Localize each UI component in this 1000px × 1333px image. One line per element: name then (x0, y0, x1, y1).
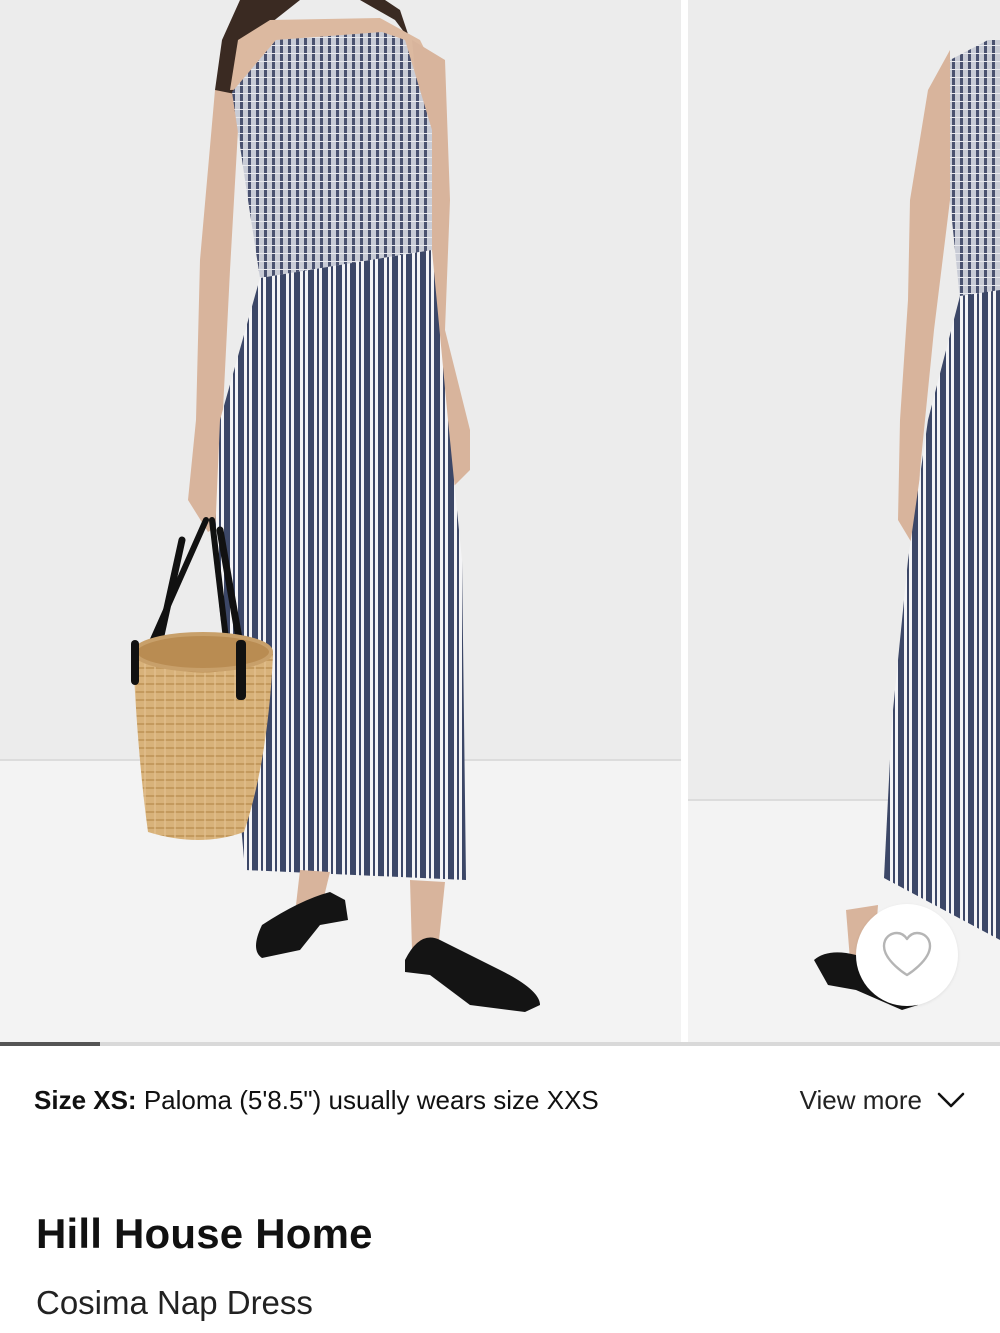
product-photo-2-illustration (688, 0, 1000, 1046)
fit-info-row: Size XS: Paloma (5'8.5") usually wears s… (34, 1082, 966, 1122)
brand-name[interactable]: Hill House Home (36, 1206, 373, 1262)
product-photo-2[interactable] (688, 0, 1000, 1046)
product-photo-1[interactable] (0, 0, 681, 1046)
favorite-button[interactable] (856, 904, 958, 1006)
chevron-down-icon (937, 1092, 965, 1108)
model-size-info: Paloma (5'8.5") usually wears size XXS (143, 1085, 599, 1115)
size-label: Size XS: (34, 1085, 137, 1115)
gallery-progress-bar (0, 1042, 1000, 1046)
product-image-gallery[interactable] (0, 0, 1000, 1046)
product-photo-1-illustration (0, 0, 681, 1046)
heart-outline-icon (882, 931, 932, 977)
gallery-progress-fill (0, 1042, 100, 1046)
product-name: Cosima Nap Dress (36, 1284, 313, 1321)
view-more-button[interactable]: View more (800, 1082, 966, 1118)
view-more-label: View more (799, 1085, 922, 1115)
fit-info-text: Size XS: Paloma (5'8.5") usually wears s… (34, 1082, 599, 1118)
